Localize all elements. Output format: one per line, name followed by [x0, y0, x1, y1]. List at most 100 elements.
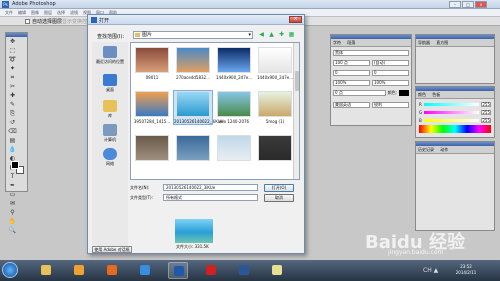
dialog-close-button[interactable]: × [289, 16, 302, 23]
shape-tool-icon[interactable]: ▭ [8, 191, 17, 199]
app-title: Adobe Photoshop [12, 1, 56, 7]
tab-paragraph[interactable]: 段落 [347, 40, 355, 45]
system-tray[interactable]: CH ▲ [423, 267, 438, 274]
menu-item[interactable]: 文件 [5, 9, 13, 17]
gradient-tool-icon[interactable]: ▤ [8, 137, 17, 145]
file-item[interactable]: 39507284_1415... [133, 91, 171, 124]
brush-tool-icon[interactable]: ✎ [8, 101, 17, 109]
menu-item[interactable]: 图层 [44, 9, 52, 17]
file-item[interactable]: 09011 [133, 47, 171, 80]
ie-app-taskbar-button[interactable] [135, 262, 155, 279]
magic-wand-tool-icon[interactable]: ✦ [8, 65, 17, 73]
place-computer[interactable]: 计算机 [94, 124, 126, 143]
zoom-tool-icon[interactable]: 🔍 [8, 227, 17, 235]
file-item[interactable]: 270acedd5832... [174, 47, 212, 80]
type-tool-icon[interactable]: T [8, 173, 17, 181]
language-select[interactable]: 美国英语 [333, 102, 370, 108]
file-item[interactable] [174, 135, 212, 163]
hand-tool-icon[interactable]: ✋ [8, 218, 17, 226]
tracking-field[interactable]: 0 [372, 70, 409, 76]
view-menu-icon[interactable]: ▦ [288, 31, 295, 38]
tab-history[interactable]: 历史记录 [418, 147, 434, 152]
notes-tool-icon[interactable]: ✉ [8, 200, 17, 208]
history-brush-tool-icon[interactable]: ↺ [8, 119, 17, 127]
dialog-title-bar[interactable]: 打开 × [88, 15, 304, 25]
desktop-icon [103, 74, 117, 86]
word-app-taskbar-button[interactable] [234, 262, 254, 279]
foreground-color-swatch[interactable] [11, 161, 19, 169]
blur-tool-icon[interactable]: 💧 [8, 146, 17, 154]
tab-histogram[interactable]: 直方图 [436, 40, 448, 45]
green-value[interactable]: 255 [481, 109, 491, 115]
menu-item[interactable]: 编辑 [18, 9, 26, 17]
horizontal-scale-field[interactable]: 100% [372, 80, 409, 86]
file-item[interactable]: 1440x900_2d7e... [256, 47, 294, 80]
tab-navigator[interactable]: 导航器 [418, 40, 430, 45]
pen-tool-icon[interactable]: ✒ [8, 182, 17, 190]
slice-tool-icon[interactable]: ✂ [8, 83, 17, 91]
maximize-button[interactable]: □ [462, 1, 474, 8]
color-spectrum[interactable] [419, 125, 491, 133]
red-slider[interactable] [423, 102, 479, 106]
file-item[interactable]: 1440x900_2d7e... [215, 47, 253, 80]
explorer-app-taskbar-button[interactable] [36, 262, 56, 279]
place-libraries[interactable]: 库 [94, 100, 126, 119]
use-adobe-dialog-button[interactable]: 使用 Adobe 对话框 [92, 246, 132, 253]
text-color-swatch[interactable] [399, 90, 409, 96]
blue-slider[interactable] [423, 118, 479, 122]
crop-tool-icon[interactable]: ⌗ [8, 74, 17, 82]
file-item[interactable]: 20130526140022_3iKUe [173, 90, 223, 125]
tab-actions[interactable]: 动作 [440, 147, 448, 152]
red-value[interactable]: 255 [481, 101, 491, 107]
leading-field[interactable]: (自动) [372, 60, 409, 66]
close-button[interactable]: × [475, 1, 487, 8]
tab-swatches[interactable]: 色板 [432, 92, 440, 97]
menu-item[interactable]: 选择 [57, 9, 65, 17]
record-app-taskbar-button[interactable] [201, 262, 221, 279]
tab-character[interactable]: 字符 [333, 40, 341, 45]
open-button[interactable]: 打开(O) [264, 184, 294, 192]
menu-item[interactable]: 滤镜 [70, 9, 78, 17]
blue-value[interactable]: 255 [481, 117, 491, 123]
filename-input[interactable]: 20130526140022_3iKUe [163, 184, 258, 191]
place-desktop[interactable]: 桌面 [94, 74, 126, 93]
minimize-button[interactable]: – [449, 1, 461, 8]
scrollbar-thumb[interactable] [295, 71, 299, 91]
media-player-app-taskbar-button[interactable] [69, 262, 89, 279]
green-slider[interactable] [424, 110, 479, 114]
firefox-app-taskbar-button[interactable] [102, 262, 122, 279]
eraser-tool-icon[interactable]: ⌫ [8, 128, 17, 136]
baseline-shift-field[interactable]: 0 点 [333, 90, 386, 96]
healing-tool-icon[interactable]: ✚ [8, 92, 17, 100]
look-in-select[interactable]: 图片 ▾ [133, 31, 253, 39]
back-icon[interactable]: ◀ [258, 31, 265, 38]
marquee-tool-icon[interactable]: ⬚ [8, 47, 17, 55]
file-item[interactable] [256, 135, 294, 163]
filetype-select[interactable]: 所有格式 [163, 194, 258, 201]
stamp-tool-icon[interactable]: ⎘ [8, 110, 17, 118]
menu-item[interactable]: 图像 [31, 9, 39, 17]
antialias-select[interactable]: 锐利 [372, 102, 409, 108]
tab-color[interactable]: 颜色 [418, 92, 426, 97]
file-item[interactable] [215, 135, 253, 163]
clock[interactable]: 23:52 2014/2/11 [446, 264, 486, 276]
start-button[interactable] [2, 262, 18, 278]
place-recent[interactable]: 最近访问的位置 [94, 46, 126, 65]
lamp-app-taskbar-button[interactable] [267, 262, 287, 279]
vertical-scale-field[interactable]: 100% [333, 80, 370, 86]
file-item[interactable] [133, 135, 171, 163]
move-tool-icon[interactable]: ✥ [8, 38, 17, 46]
auto-select-checkbox[interactable] [25, 19, 30, 24]
photoshop-app-taskbar-button[interactable] [168, 262, 188, 279]
font-family-select[interactable]: 黑体 [333, 50, 409, 56]
place-network[interactable]: 网络 [94, 148, 126, 167]
kerning-field[interactable]: 0 [333, 70, 370, 76]
file-item[interactable]: ello 1240-2076 [215, 91, 253, 124]
cancel-button[interactable]: 取消 [264, 194, 294, 202]
up-folder-icon[interactable]: ▲ [268, 31, 275, 38]
eyedropper-tool-icon[interactable]: ⚲ [8, 209, 17, 217]
lasso-tool-icon[interactable]: ➰ [8, 56, 17, 64]
new-folder-icon[interactable]: ✚ [278, 31, 285, 38]
file-item[interactable]: 5mog (1) [256, 91, 294, 124]
font-size-field[interactable]: 100 点 [333, 60, 370, 66]
